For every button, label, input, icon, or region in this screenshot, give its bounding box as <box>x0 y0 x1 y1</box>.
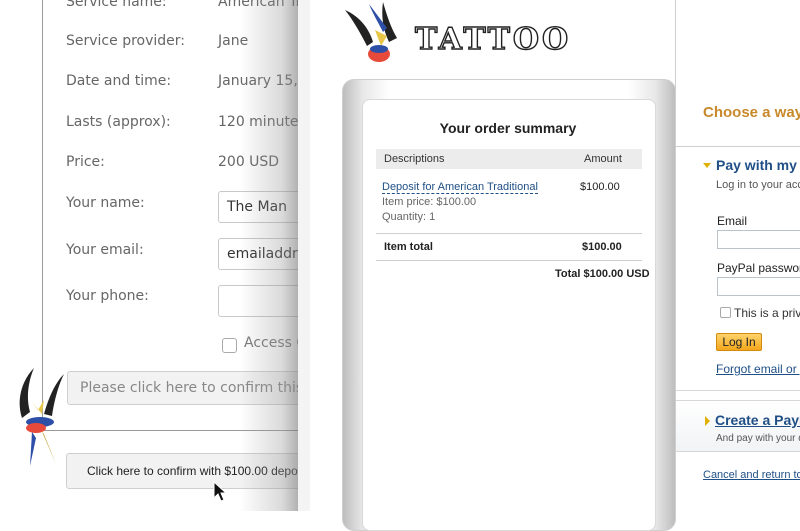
duration-label: Lasts (approx): <box>66 114 171 130</box>
expanded-arrow-icon <box>703 163 711 168</box>
duration-value: 120 minutes <box>218 114 300 130</box>
order-summary-title: Your order summary <box>439 120 577 136</box>
paypal-password-label: PayPal password <box>717 261 800 275</box>
item-total-label: Item total <box>384 241 433 253</box>
pay-with-paypal-title[interactable]: Pay with my PayPal account <box>716 157 800 173</box>
name-input[interactable]: The Man <box>218 191 300 223</box>
paypal-login-button[interactable]: Log In <box>716 333 762 351</box>
order-item-amount: $100.00 <box>580 181 620 193</box>
order-table-header: Descriptions Amount <box>376 149 642 169</box>
divider <box>676 390 800 391</box>
collapsed-arrow-icon <box>705 416 710 426</box>
paypal-email-label: Email <box>717 214 748 228</box>
date-time-label: Date and time: <box>66 73 172 89</box>
order-item-link[interactable]: Deposit for American Traditional <box>382 181 538 194</box>
column-descriptions: Descriptions <box>384 153 445 165</box>
email-label: Your email: <box>66 242 144 258</box>
private-computer-checkbox[interactable] <box>720 307 731 318</box>
paypal-email-input[interactable] <box>717 230 800 249</box>
service-name-value: American Tr <box>218 0 300 10</box>
paypal-password-input[interactable] <box>717 277 800 296</box>
order-item-quantity: Quantity: 1 <box>382 211 436 223</box>
price-label: Price: <box>66 154 105 170</box>
date-time-value: January 15, <box>218 73 298 89</box>
phone-input[interactable] <box>218 285 300 317</box>
price-value: 200 USD <box>218 154 280 170</box>
grand-total: Total $100.00 USD <box>555 268 650 280</box>
access-checkbox-label: Access C <box>244 335 300 351</box>
create-paypal-account-link[interactable]: Create a PayPal account <box>715 412 800 428</box>
access-checkbox[interactable] <box>222 338 237 353</box>
order-item-price: Item price: $100.00 <box>382 196 477 208</box>
confirm-deposit-button[interactable]: Click here to confirm with $100.00 depos… <box>66 453 300 489</box>
divider <box>376 233 642 234</box>
confirm-appointment-button[interactable]: Please click here to confirm this appoin… <box>67 371 300 405</box>
choose-payment-heading: Choose a way to pay <box>703 104 800 121</box>
create-account-subtitle: And pay with your debit or credit card <box>716 433 800 444</box>
email-input[interactable]: emailaddress <box>218 238 300 270</box>
tattoo-logo: TATTOO <box>414 21 572 57</box>
service-provider-label: Service provider: <box>66 33 185 49</box>
phone-label: Your phone: <box>66 288 149 304</box>
login-subtitle: Log in to your account <box>716 179 800 191</box>
forgot-password-link[interactable]: Forgot email or password? <box>716 362 800 376</box>
mouse-cursor-icon <box>213 481 228 502</box>
divider <box>376 260 642 261</box>
service-name-label: Service name: <box>66 0 167 10</box>
cancel-return-link[interactable]: Cancel and return to its site <box>703 469 800 481</box>
logo-swallow-icon <box>345 2 397 62</box>
private-computer-label: This is a private computer <box>734 306 800 320</box>
service-provider-value: Jane <box>218 33 249 49</box>
name-label: Your name: <box>66 195 145 211</box>
divider <box>676 146 800 147</box>
item-total-value: $100.00 <box>582 241 622 253</box>
swallow-icon <box>19 368 64 466</box>
column-amount: Amount <box>584 153 622 165</box>
booking-panel: Service name: American Tr Service provid… <box>0 0 300 511</box>
